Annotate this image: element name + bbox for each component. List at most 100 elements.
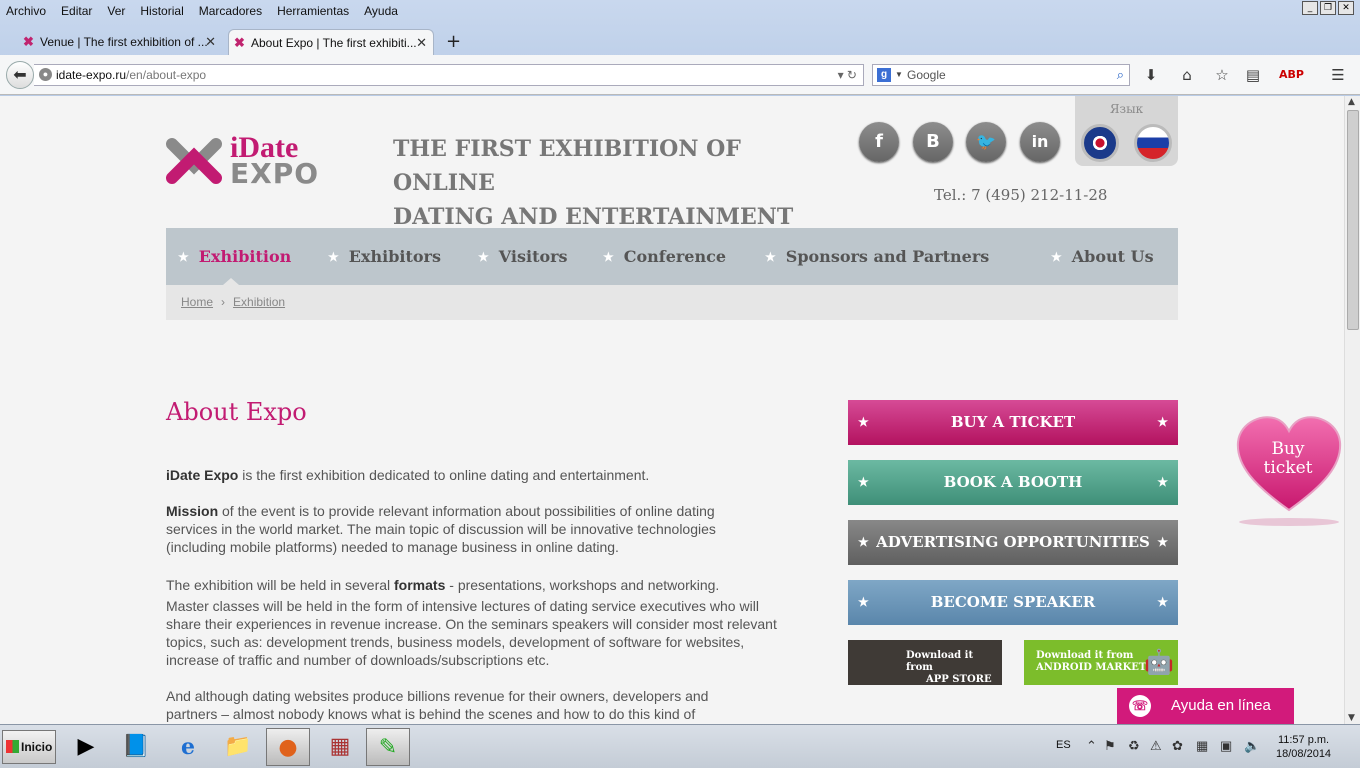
hamburger-menu-icon[interactable]: ☰: [1328, 65, 1348, 85]
breadcrumb-home[interactable]: Home: [181, 295, 213, 309]
network-icon[interactable]: ▣: [1220, 738, 1232, 754]
home-icon[interactable]: ⌂: [1177, 65, 1197, 85]
navigation-toolbar: ⬅ ● idate-expo.ru/en/about-expo ▾ ↻ g ▼ …: [0, 55, 1360, 95]
minimize-button[interactable]: _: [1302, 1, 1318, 15]
advertising-opportunities-button[interactable]: ★ ADVERTISING OPPORTUNITIES ★: [848, 520, 1178, 565]
volume-icon[interactable]: 🔈: [1244, 738, 1260, 754]
chevron-down-icon[interactable]: ▼: [895, 65, 903, 85]
menu-ayuda[interactable]: Ayuda: [364, 4, 398, 18]
help-chat-button[interactable]: ☏ Ayuda en línea: [1117, 688, 1294, 724]
nav-visitors[interactable]: ★ Visitors: [478, 228, 568, 285]
become-speaker-button[interactable]: ★ BECOME SPEAKER ★: [848, 580, 1178, 625]
active-nav-pointer: [223, 278, 239, 285]
file-explorer-icon[interactable]: 📁: [216, 728, 260, 766]
button-label: ADVERTISING OPPORTUNITIES: [876, 533, 1150, 551]
url-bar[interactable]: ● idate-expo.ru/en/about-expo ▾ ↻: [34, 64, 864, 86]
download-icon[interactable]: ⬇: [1141, 65, 1161, 85]
paint-app-icon[interactable]: ✎: [366, 728, 410, 766]
vkontakte-icon[interactable]: B: [913, 122, 953, 162]
facebook-icon[interactable]: f: [859, 122, 899, 162]
scroll-up-icon[interactable]: ▲: [1348, 97, 1355, 107]
nav-conference[interactable]: ★ Conference: [603, 228, 726, 285]
language-label: Язык: [1109, 102, 1144, 116]
tray-app-icon[interactable]: ✿: [1172, 738, 1183, 754]
menu-ver[interactable]: Ver: [107, 4, 125, 18]
linkedin-icon[interactable]: in: [1020, 122, 1060, 162]
close-window-button[interactable]: ✕: [1338, 1, 1354, 15]
nav-label: Exhibitors: [348, 247, 441, 266]
logo-text-expo: EXPO: [230, 157, 320, 190]
warning-icon[interactable]: ⚠: [1150, 738, 1162, 754]
internet-explorer-icon[interactable]: e: [166, 728, 210, 766]
system-tray: ES ⌃ ⚑ ♻ ⚠ ✿ ▦ ▣ 🔈 11:57 p.m. 18/08/2014: [1050, 725, 1360, 768]
app-store-button[interactable]: Download it from APP STORE: [848, 640, 1002, 685]
tab-about-expo[interactable]: ✖ About Expo | The first exhibiti... ✕: [228, 29, 434, 55]
mission-bold: Mission: [166, 503, 219, 519]
search-input[interactable]: g ▼ Google ⌕: [872, 64, 1130, 86]
tab-title: About Expo | The first exhibiti...: [251, 35, 417, 50]
close-tab-icon[interactable]: ✕: [416, 35, 427, 51]
web-page: iDate EXPO THE FIRST EXHIBITION OF ONLIN…: [0, 96, 1344, 724]
close-tab-icon[interactable]: ✕: [205, 34, 216, 50]
english-flag-icon[interactable]: [1081, 124, 1119, 162]
search-icon[interactable]: ⌕: [1117, 65, 1124, 85]
twitter-icon[interactable]: 🐦: [966, 122, 1006, 162]
show-hidden-icons-icon[interactable]: ⌃: [1086, 738, 1097, 754]
new-tab-icon[interactable]: +: [446, 31, 461, 52]
notes-app-icon[interactable]: 📘: [114, 728, 158, 766]
buy-ticket-button[interactable]: ★ BUY A TICKET ★: [848, 400, 1178, 445]
reload-icon[interactable]: ▾ ↻: [838, 65, 857, 85]
tab-venue[interactable]: ✖ Venue | The first exhibition of ... ✕: [18, 29, 222, 55]
button-label: BOOK A BOOTH: [943, 473, 1083, 491]
tiles-app-icon[interactable]: ▦: [318, 728, 362, 766]
formats-text-rest: - presentations, workshops and networkin…: [445, 577, 720, 593]
action-center-flag-icon[interactable]: ⚑: [1104, 738, 1116, 754]
scroll-down-icon[interactable]: ▼: [1348, 713, 1355, 723]
firefox-icon[interactable]: ●: [266, 728, 310, 766]
nav-about-us[interactable]: ★ About Us: [1051, 228, 1154, 285]
menu-herramientas[interactable]: Herramientas: [277, 4, 349, 18]
star-icon: ★: [765, 249, 776, 264]
tab-strip: ✖ Venue | The first exhibition of ... ✕ …: [0, 27, 1360, 55]
breadcrumb-current[interactable]: Exhibition: [233, 295, 285, 309]
clock[interactable]: 11:57 p.m. 18/08/2014: [1276, 733, 1331, 761]
vertical-scrollbar[interactable]: ▲ ▼: [1344, 96, 1360, 724]
search-placeholder: Google: [907, 68, 946, 82]
menu-marcadores[interactable]: Marcadores: [199, 4, 262, 18]
reading-list-icon[interactable]: ▤: [1243, 65, 1263, 85]
tagline-line-1: THE FIRST EXHIBITION OF ONLINE: [393, 136, 741, 196]
maximize-button[interactable]: ❐: [1320, 1, 1336, 15]
tray-app-icon[interactable]: ♻: [1128, 738, 1140, 754]
menu-historial[interactable]: Historial: [140, 4, 183, 18]
buy-ticket-heart-button[interactable]: Buy ticket: [1234, 410, 1344, 530]
back-button[interactable]: ⬅: [6, 61, 34, 89]
language-selector: Язык: [1075, 96, 1178, 166]
start-button[interactable]: Inicio: [2, 730, 56, 764]
adblock-icon[interactable]: ABP: [1279, 65, 1304, 85]
tray-app-icon[interactable]: ▦: [1196, 738, 1208, 754]
menu-bar: Archivo Editar Ver Historial Marcadores …: [0, 0, 1300, 22]
nav-sponsors-and-partners[interactable]: ★ Sponsors and Partners: [765, 228, 989, 285]
menu-archivo[interactable]: Archivo: [6, 4, 46, 18]
android-market-button[interactable]: Download it from ANDROID MARKET 🤖: [1024, 640, 1178, 685]
nav-exhibition[interactable]: ★ Exhibition: [178, 228, 291, 285]
menu-editar[interactable]: Editar: [61, 4, 92, 18]
star-icon: ★: [328, 249, 339, 264]
nav-exhibitors[interactable]: ★ Exhibitors: [328, 228, 441, 285]
keyboard-language[interactable]: ES: [1056, 739, 1071, 751]
russian-flag-icon[interactable]: [1134, 124, 1172, 162]
scrollbar-thumb[interactable]: [1347, 110, 1359, 330]
book-booth-button[interactable]: ★ BOOK A BOOTH ★: [848, 460, 1178, 505]
paragraph-revenue: And although dating websites produce bil…: [166, 688, 709, 722]
bookmark-star-icon[interactable]: ☆: [1212, 65, 1232, 85]
store-line-2: APP STORE: [926, 674, 992, 685]
intro-text: is the first exhibition dedicated to onl…: [238, 467, 650, 483]
star-icon: ★: [858, 415, 869, 429]
start-label: Inicio: [21, 740, 53, 754]
media-player-icon[interactable]: ▶: [64, 728, 108, 766]
google-icon: g: [877, 68, 891, 82]
site-logo[interactable]: iDate EXPO: [166, 132, 336, 192]
phone-number: Tel.: 7 (495) 212-11-28: [934, 186, 1108, 204]
tab-title: Venue | The first exhibition of ...: [40, 35, 208, 49]
paragraph-intro: iDate Expo is the first exhibition dedic…: [166, 466, 786, 484]
